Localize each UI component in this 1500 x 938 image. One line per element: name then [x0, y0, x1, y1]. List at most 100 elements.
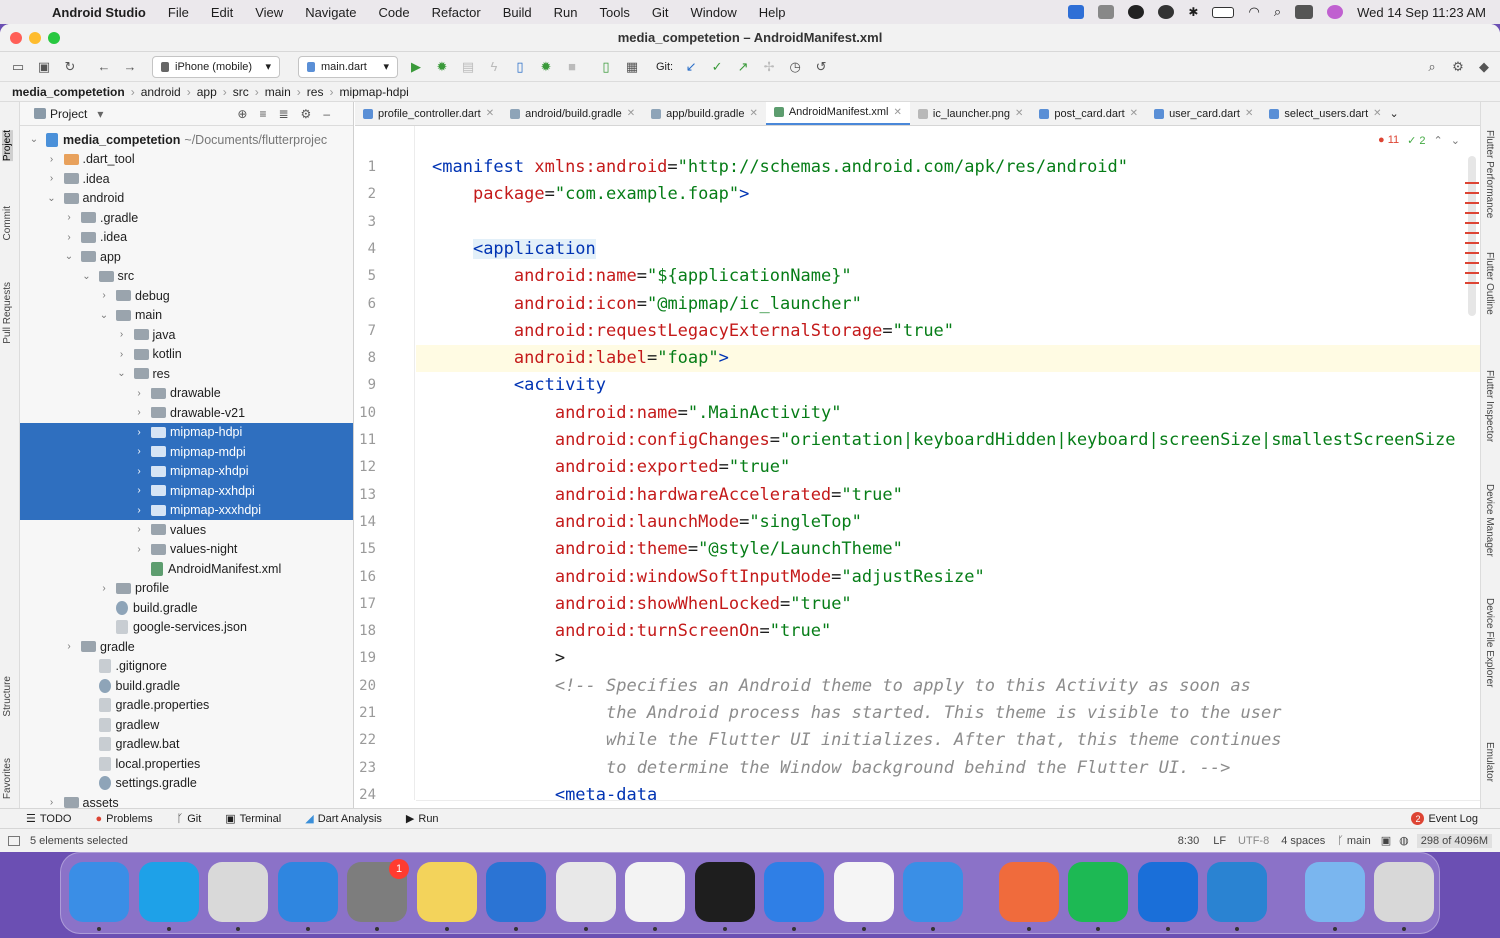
- git-branch[interactable]: main: [1347, 835, 1371, 847]
- search-icon[interactable]: ⌕: [1274, 4, 1281, 20]
- forward-icon[interactable]: →: [122, 59, 138, 75]
- siri-icon[interactable]: [1327, 5, 1344, 19]
- tree-item-res[interactable]: ⌄ res: [20, 364, 353, 384]
- device-selector[interactable]: iPhone (mobile) ▾: [152, 55, 280, 78]
- tree-item-idea[interactable]: › .idea: [20, 169, 353, 189]
- close-tab-icon[interactable]: ✕: [486, 108, 494, 119]
- tab-post-card-dart[interactable]: post_card.dart ✕: [1031, 102, 1146, 125]
- tab-select-users-dart[interactable]: select_users.dart ✕: [1261, 102, 1389, 125]
- tree-item-idea[interactable]: › .idea: [20, 228, 353, 248]
- device-manager-tool-button[interactable]: Device Manager: [1484, 484, 1495, 557]
- device-file-explorer-tool-button[interactable]: Device File Explorer: [1484, 598, 1495, 687]
- close-tab-icon[interactable]: ✕: [894, 107, 902, 118]
- error-stripe-mark[interactable]: [1465, 262, 1479, 264]
- project-view-title[interactable]: Project: [50, 107, 87, 121]
- tab-list-chevron-down-icon[interactable]: ⌄: [1390, 107, 1399, 120]
- breadcrumb-item-android[interactable]: android: [141, 85, 181, 99]
- dock-app-safari[interactable]: [277, 862, 338, 922]
- breadcrumb-item-src[interactable]: src: [233, 85, 249, 99]
- settings-gear-icon[interactable]: ⚙: [1450, 59, 1466, 75]
- flutter-outline-tool-button[interactable]: Flutter Outline: [1484, 252, 1495, 315]
- breadcrumb-item-main[interactable]: main: [265, 85, 291, 99]
- control-center-icon[interactable]: [1295, 5, 1314, 19]
- tree-item-java[interactable]: › java: [20, 325, 353, 345]
- close-tab-icon[interactable]: ✕: [627, 108, 635, 119]
- tree-item-local-properties[interactable]: local.properties: [20, 754, 353, 774]
- git-rollback-icon[interactable]: ↺: [813, 59, 829, 75]
- dart-analysis-tool-button[interactable]: ◢ Dart Analysis: [305, 812, 382, 826]
- favorites-tool-button[interactable]: Favorites: [2, 758, 13, 799]
- tree-item-drawable-v21[interactable]: › drawable-v21: [20, 403, 353, 423]
- code-line[interactable]: android:turnScreenOn="true": [416, 618, 1480, 645]
- code-line[interactable]: while the Flutter UI initializes. After …: [416, 727, 1480, 754]
- menu-build[interactable]: Build: [503, 5, 532, 20]
- menu-refactor[interactable]: Refactor: [432, 5, 481, 20]
- error-stripe-mark[interactable]: [1465, 192, 1479, 194]
- event-log-tool-button[interactable]: 2 Event Log: [1411, 812, 1478, 825]
- close-tab-icon[interactable]: ✕: [1015, 108, 1023, 119]
- search-everywhere-icon[interactable]: ⌕: [1424, 59, 1440, 75]
- tree-item-google-services-json[interactable]: google-services.json: [20, 618, 353, 638]
- tree-item-media-competetion[interactable]: ⌄ media_competetion ~/Documents/flutterpro…: [20, 130, 353, 150]
- chevron-right-icon[interactable]: ›: [46, 797, 58, 808]
- tree-item-settings-gradle[interactable]: settings.gradle: [20, 774, 353, 794]
- sdk-manager-icon[interactable]: ▦: [624, 59, 640, 75]
- code-line[interactable]: android:requestLegacyExternalStorage="tr…: [416, 318, 1480, 345]
- close-tab-icon[interactable]: ✕: [1130, 108, 1138, 119]
- code-line[interactable]: android:name="${applicationName}": [416, 263, 1480, 290]
- menu-navigate[interactable]: Navigate: [305, 5, 356, 20]
- open-folder-icon[interactable]: ▭: [10, 59, 26, 75]
- git-tool-button[interactable]: ᚴ Git: [177, 813, 202, 825]
- git-commit-icon[interactable]: ✓: [709, 59, 725, 75]
- code-line[interactable]: [416, 209, 1480, 236]
- error-stripe-mark[interactable]: [1465, 212, 1479, 214]
- attach-debugger-icon[interactable]: ✹: [538, 59, 554, 75]
- code-line[interactable]: android:label="foap">: [416, 345, 1480, 373]
- code-line[interactable]: <meta-data: [416, 782, 1480, 800]
- breadcrumb-item-app[interactable]: app: [197, 85, 217, 99]
- tree-item-values[interactable]: › values: [20, 520, 353, 540]
- tree-item-mipmap-xhdpi[interactable]: › mipmap-xhdpi: [20, 461, 353, 481]
- chevron-down-icon[interactable]: ▾: [97, 107, 103, 121]
- code-line[interactable]: <!-- Specifies an Android theme to apply…: [416, 673, 1480, 700]
- app-status-icon[interactable]: [1128, 5, 1145, 19]
- git-update-icon[interactable]: ↙: [683, 59, 699, 75]
- error-stripe-mark[interactable]: [1465, 252, 1479, 254]
- dock-app-spotify[interactable]: [1068, 862, 1128, 922]
- code-editor[interactable]: <manifest xmlns:android="http://schemas.…: [416, 126, 1480, 800]
- circle-status-icon[interactable]: [1158, 5, 1175, 19]
- chevron-right-icon[interactable]: ›: [133, 407, 145, 418]
- tree-item-dart-tool[interactable]: › .dart_tool: [20, 150, 353, 170]
- menu-app-name[interactable]: Android Studio: [52, 5, 146, 20]
- menu-help[interactable]: Help: [759, 5, 786, 20]
- menu-window[interactable]: Window: [690, 5, 736, 20]
- git-history-icon[interactable]: ◷: [787, 59, 803, 75]
- run-icon[interactable]: ▶: [408, 59, 424, 75]
- tree-item-androidmanifest-xml[interactable]: AndroidManifest.xml: [20, 559, 353, 579]
- tree-item-build-gradle[interactable]: build.gradle: [20, 598, 353, 618]
- chevron-down-icon[interactable]: ⌄: [81, 271, 93, 282]
- tree-item-gradle-properties[interactable]: gradle.properties: [20, 696, 353, 716]
- tree-item-drawable[interactable]: › drawable: [20, 384, 353, 404]
- chevron-down-icon[interactable]: ⌄: [1451, 134, 1460, 147]
- emulator-tool-button[interactable]: Emulator: [1484, 742, 1495, 782]
- problems-tool-button[interactable]: ● Problems: [95, 813, 152, 825]
- dock-app-postman[interactable]: [998, 862, 1059, 922]
- code-line[interactable]: the Android process has started. This th…: [416, 700, 1480, 727]
- breadcrumb-item-mipmap-hdpi[interactable]: mipmap-hdpi: [339, 85, 408, 99]
- device-mirror-icon[interactable]: ▯: [512, 59, 528, 75]
- project-tool-button[interactable]: Project: [2, 130, 13, 162]
- stop-icon[interactable]: ■: [564, 59, 580, 75]
- chevron-right-icon[interactable]: ›: [98, 290, 110, 301]
- dock-app-figma[interactable]: [694, 862, 755, 922]
- pull-requests-tool-button[interactable]: Pull Requests: [2, 282, 13, 344]
- error-stripe-mark[interactable]: [1465, 272, 1479, 274]
- chevron-down-icon[interactable]: ⌄: [98, 310, 110, 321]
- locate-icon[interactable]: ⊕: [237, 107, 259, 121]
- chevron-down-icon[interactable]: ⌄: [46, 193, 58, 204]
- breadcrumb-item-media-competetion[interactable]: media_competetion: [12, 85, 125, 99]
- menu-view[interactable]: View: [255, 5, 283, 20]
- profile-icon[interactable]: ▤: [460, 59, 476, 75]
- tab-app-build-gradle[interactable]: app/build.gradle ✕: [643, 102, 766, 125]
- code-line[interactable]: package="com.example.foap">: [416, 181, 1480, 208]
